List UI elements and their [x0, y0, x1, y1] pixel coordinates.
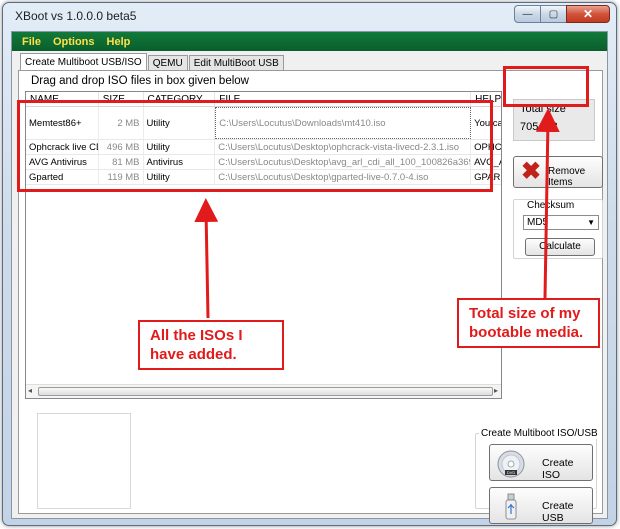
arrow-to-total-size — [535, 108, 560, 299]
isos-callout-line1: All the ISOs I — [150, 327, 243, 344]
isos-callout: All the ISOs I have added. — [138, 320, 284, 370]
isos-callout-line2: have added. — [150, 346, 237, 363]
total-size-callout: Total size of my bootable media. — [457, 298, 600, 348]
total-callout-line2: bootable media. — [469, 324, 584, 341]
total-callout-line1: Total size of my — [469, 305, 581, 322]
annotation-arrows — [194, 108, 560, 319]
arrow-to-iso-list — [194, 198, 219, 319]
